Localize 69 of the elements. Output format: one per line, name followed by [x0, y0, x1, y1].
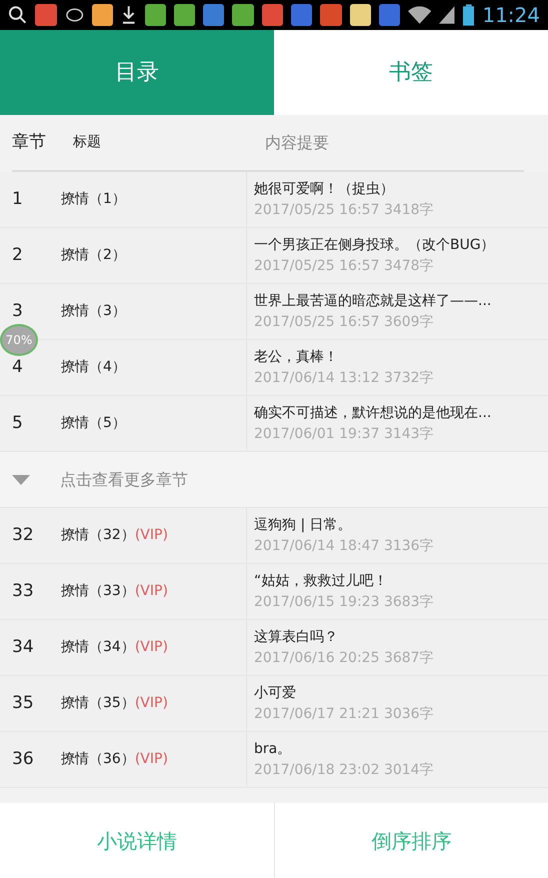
chapter-meta: 2017/06/16 20:25 3687字 [254, 648, 435, 668]
download-icon [121, 5, 137, 25]
chapter-title[interactable]: 撩情（34） [61, 637, 135, 658]
app-icon [203, 4, 224, 26]
chapter-summary: bra。 [254, 740, 292, 758]
chapter-number: 3 [12, 300, 23, 323]
chapter-summary: 这算表白吗？ [254, 628, 339, 646]
chapter-summary: 确实不可描述，默许想说的是他现在... [254, 404, 492, 422]
column-header: 章节 [12, 130, 46, 154]
app-icon [92, 4, 114, 26]
chapter-title[interactable]: 撩情（4） [61, 357, 126, 378]
chapter-number: 33 [12, 580, 34, 603]
chapter-title[interactable]: 撩情（1） [61, 189, 126, 210]
vip-label: (VIP) [134, 638, 168, 657]
chapter-number: 35 [12, 692, 34, 715]
chapter-summary: 世界上最苦逼的暗恋就是这样了——... [254, 292, 492, 310]
vip-label: (VIP) [134, 694, 168, 713]
app-icon [320, 4, 342, 26]
vip-label: (VIP) [134, 750, 168, 769]
chapter-number: 36 [12, 748, 34, 771]
app-icon [174, 4, 196, 26]
signal-icon [439, 6, 455, 24]
column-header: 内容提要 [265, 132, 329, 154]
chapter-meta: 2017/06/14 13:12 3732字 [254, 368, 435, 388]
chapter-meta: 2017/06/17 21:21 3036字 [254, 704, 435, 724]
chapter-meta: 2017/06/14 18:47 3136字 [254, 536, 435, 556]
chapter-title[interactable]: 撩情（33） [61, 581, 135, 602]
battery-icon [462, 4, 474, 26]
chapter-meta: 2017/06/15 19:23 3683字 [254, 592, 435, 612]
chapter-title[interactable]: 撩情（36） [61, 749, 135, 770]
chapter-summary: 一个男孩正在侧身投球。（改个BUG） [254, 236, 496, 254]
chapter-summary: 小可爱 [254, 684, 297, 702]
column-header: 标题 [73, 133, 101, 152]
chapter-meta: 2017/05/25 16:57 3478字 [254, 256, 435, 276]
chapter-number: 1 [12, 188, 23, 211]
tab[interactable]: 目录 [0, 30, 274, 115]
chapter-number: 4 [12, 356, 23, 379]
app-icon [290, 4, 312, 26]
chapter-meta: 2017/06/18 23:02 3014字 [254, 760, 435, 780]
app-icon [35, 4, 57, 26]
chapter-number: 2 [12, 244, 23, 267]
chapter-number: 34 [12, 636, 34, 659]
chapter-summary: “姑姑，救救过儿吧！ [254, 572, 388, 590]
app-icon [144, 4, 166, 26]
app-icon [378, 4, 400, 26]
chapter-summary: 逗狗狗 | 日常。 [254, 516, 353, 534]
chapter-number: 32 [12, 524, 34, 547]
wifi-icon [408, 6, 432, 24]
chapter-meta: 2017/05/25 16:57 3418字 [254, 200, 435, 220]
app-icon [232, 4, 254, 26]
chapter-summary: 她很可爱啊！（捉虫） [254, 180, 395, 198]
vip-label: (VIP) [134, 526, 168, 545]
app-icon [262, 4, 283, 26]
caret-icon [12, 474, 30, 484]
chapter-title[interactable]: 撩情（2） [61, 245, 126, 266]
chapter-meta: 2017/06/01 19:37 3143字 [254, 424, 435, 444]
chapter-title[interactable]: 撩情（35） [61, 693, 135, 714]
chapter-title[interactable]: 撩情（32） [61, 525, 135, 546]
status-time: 11:24 [482, 2, 540, 29]
chapter-title[interactable]: 撩情（3） [61, 301, 126, 322]
search-icon [8, 5, 28, 25]
more-chapters-label: 点击查看更多章节 [60, 468, 188, 490]
chapter-summary: 老公，真棒！ [254, 348, 339, 366]
chapter-title[interactable]: 撩情（5） [61, 413, 126, 434]
chapter-number: 5 [12, 412, 23, 435]
app-icon [350, 4, 371, 26]
vip-label: (VIP) [134, 582, 168, 601]
tab[interactable]: 书签 [274, 30, 548, 115]
chapter-meta: 2017/05/25 16:57 3609字 [254, 312, 435, 332]
